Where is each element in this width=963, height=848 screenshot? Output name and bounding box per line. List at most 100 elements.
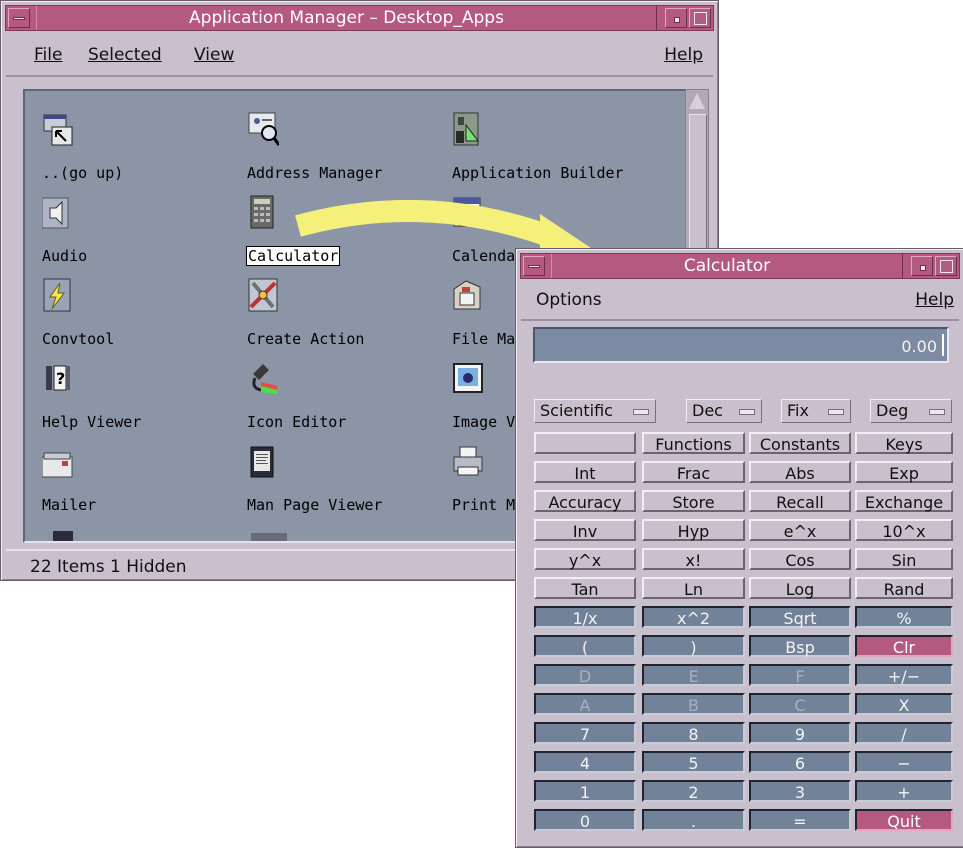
app-manager-titlebar[interactable]: Application Manager – Desktop_Apps	[5, 5, 714, 31]
item-man-page-viewer[interactable]: Man Page Viewer	[230, 423, 430, 514]
calc-key-b[interactable]: B	[642, 693, 745, 715]
calc-key-e-x[interactable]: e^x	[749, 519, 851, 541]
help-viewer-icon: ?	[46, 365, 70, 391]
calc-key-key-13-2[interactable]: =	[749, 809, 851, 831]
partial-icon	[53, 531, 73, 541]
calc-key-hyp[interactable]: Hyp	[642, 519, 745, 541]
address-manager-icon	[248, 112, 279, 146]
option-indicator-icon	[633, 409, 649, 415]
calc-key-a[interactable]: A	[534, 693, 636, 715]
item-icon-editor[interactable]: Icon Editor	[230, 340, 430, 431]
svg-text:?: ?	[56, 369, 65, 388]
calc-key-d[interactable]: D	[534, 664, 636, 686]
file-menu[interactable]: File	[34, 45, 62, 65]
item-address-manager[interactable]: Address Manager	[230, 91, 430, 182]
calc-key-abs[interactable]: Abs	[749, 461, 851, 483]
minimize-button[interactable]	[911, 256, 933, 276]
calc-key-c[interactable]: C	[749, 693, 851, 715]
option-indicator-icon	[929, 409, 945, 415]
maximize-button[interactable]	[935, 256, 957, 276]
calc-key-2[interactable]: 2	[642, 780, 745, 802]
item-audio[interactable]: Audio	[25, 174, 225, 265]
item-label: Mailer	[42, 496, 97, 514]
calc-key-store[interactable]: Store	[642, 490, 745, 512]
calc-key-key-10-3[interactable]: /	[855, 722, 953, 744]
calc-key-quit[interactable]: Quit	[855, 809, 953, 831]
file-manager-icon	[453, 280, 481, 310]
calc-key-key-8-3[interactable]: +/−	[855, 664, 953, 686]
calculator-titlebar[interactable]: Calculator	[520, 253, 960, 279]
trig-option-menu[interactable]: Deg	[870, 399, 952, 423]
calc-key-9[interactable]: 9	[749, 722, 851, 744]
calc-key-ln[interactable]: Ln	[642, 577, 745, 599]
calc-key-blank[interactable]	[534, 432, 636, 454]
calc-key-3[interactable]: 3	[749, 780, 851, 802]
calculator-window: Calculator Options Help 0.00 Scientific …	[515, 248, 963, 848]
calc-key-1-x[interactable]: 1/x	[534, 606, 636, 628]
maximize-button[interactable]	[689, 8, 711, 28]
calc-key-4[interactable]: 4	[534, 751, 636, 773]
calc-key-key-12-3[interactable]: +	[855, 780, 953, 802]
item-create-action[interactable]: Create Action	[230, 257, 430, 348]
calc-key-8[interactable]: 8	[642, 722, 745, 744]
calc-key-1[interactable]: 1	[534, 780, 636, 802]
calc-key-0[interactable]: 0	[534, 809, 636, 831]
calc-key-inv[interactable]: Inv	[534, 519, 636, 541]
calc-key-log[interactable]: Log	[749, 577, 851, 599]
calc-key-constants[interactable]: Constants	[749, 432, 851, 454]
calc-key-exchange[interactable]: Exchange	[855, 490, 953, 512]
calc-key-10-x[interactable]: 10^x	[855, 519, 953, 541]
calc-key-functions[interactable]: Functions	[642, 432, 745, 454]
calc-key-clr[interactable]: Clr	[855, 635, 953, 657]
item-convtool[interactable]: Convtool	[25, 257, 225, 348]
calc-key-key-7-0[interactable]: (	[534, 635, 636, 657]
view-menu[interactable]: View	[194, 45, 234, 65]
calc-key-cos[interactable]: Cos	[749, 548, 851, 570]
calc-key-accuracy[interactable]: Accuracy	[534, 490, 636, 512]
calc-key-int[interactable]: Int	[534, 461, 636, 483]
calc-key-5[interactable]: 5	[642, 751, 745, 773]
item-calendar[interactable]: Calendar	[435, 174, 635, 265]
calc-key-sin[interactable]: Sin	[855, 548, 953, 570]
calc-key-keys[interactable]: Keys	[855, 432, 953, 454]
item-go-up[interactable]: ..(go up)	[25, 91, 225, 182]
item-help-viewer[interactable]: ? Help Viewer	[25, 340, 225, 431]
selected-menu[interactable]: Selected	[88, 45, 162, 65]
base-option-menu[interactable]: Dec	[686, 399, 762, 423]
calculator-display[interactable]: 0.00	[533, 327, 949, 363]
help-menu[interactable]: Help	[915, 290, 954, 310]
calc-key-tan[interactable]: Tan	[534, 577, 636, 599]
calc-key-key-7-1[interactable]: )	[642, 635, 745, 657]
minimize-button[interactable]	[665, 8, 687, 28]
window-menu-button[interactable]	[523, 256, 545, 276]
calc-key-6[interactable]: 6	[749, 751, 851, 773]
item-calculator[interactable]: Calculator	[230, 174, 430, 266]
calc-key-x-2[interactable]: x^2	[642, 606, 745, 628]
calc-key-e[interactable]: E	[642, 664, 745, 686]
scroll-up-arrow-icon[interactable]	[689, 93, 705, 109]
app-manager-menubar: File Selected View Help	[6, 33, 713, 77]
calc-key-key-6-3[interactable]: %	[855, 606, 953, 628]
calc-key-f[interactable]: F	[749, 664, 851, 686]
calc-key-bsp[interactable]: Bsp	[749, 635, 851, 657]
notation-option-menu[interactable]: Fix	[781, 399, 851, 423]
mode-option-menu[interactable]: Scientific	[534, 399, 656, 423]
calendar-icon	[453, 197, 481, 227]
calc-key-key-13-1[interactable]: .	[642, 809, 745, 831]
calc-key-key-11-3[interactable]: −	[855, 751, 953, 773]
calc-key-recall[interactable]: Recall	[749, 490, 851, 512]
calc-key-7[interactable]: 7	[534, 722, 636, 744]
help-menu[interactable]: Help	[664, 45, 703, 65]
calc-key-exp[interactable]: Exp	[855, 461, 953, 483]
calc-key-rand[interactable]: Rand	[855, 577, 953, 599]
calc-key-x[interactable]: X	[855, 693, 953, 715]
options-menu[interactable]: Options	[536, 290, 602, 310]
item-application-builder[interactable]: Application Builder	[435, 91, 635, 182]
calc-key-y-x[interactable]: y^x	[534, 548, 636, 570]
application-builder-icon	[453, 112, 479, 146]
calc-key-frac[interactable]: Frac	[642, 461, 745, 483]
window-menu-button[interactable]	[8, 8, 30, 28]
calc-key-x[interactable]: x!	[642, 548, 745, 570]
item-mailer[interactable]: Mailer	[25, 423, 225, 514]
calc-key-sqrt[interactable]: Sqrt	[749, 606, 851, 628]
